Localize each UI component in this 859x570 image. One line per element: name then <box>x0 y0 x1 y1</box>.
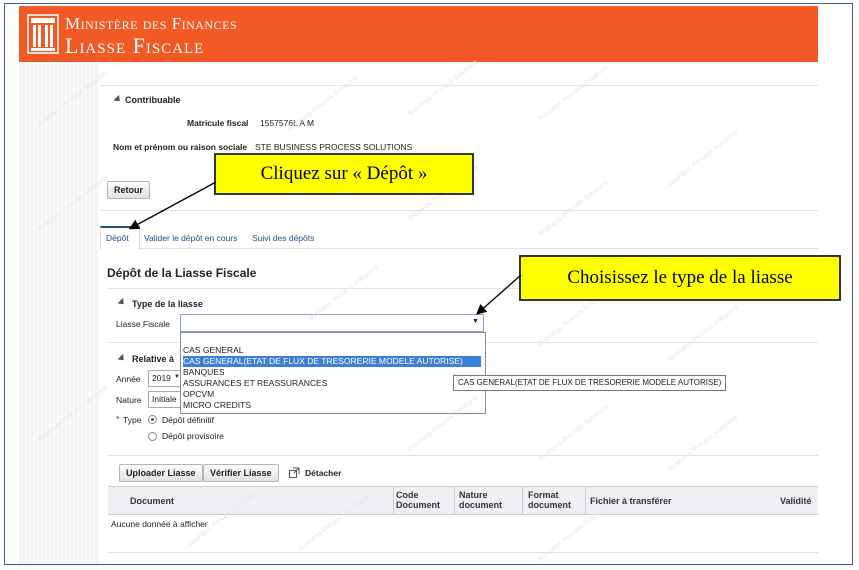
uploader-liasse-button[interactable]: Uploader Liasse <box>119 464 203 482</box>
header-ministry-name: Ministère des Finances <box>65 14 238 33</box>
liasse-fiscale-label: Liasse Fiscale <box>116 319 170 329</box>
nature-value: Initiale <box>152 394 177 404</box>
dropdown-option[interactable]: MICRO CREDITS <box>183 400 251 411</box>
dropdown-option[interactable]: ASSURANCES ET REASSURANCES <box>183 378 327 389</box>
liasse-fiscale-dropdown: CAS GENERAL CAS GENERAL(ETAT DE FLUX DE … <box>180 332 486 414</box>
nature-field[interactable]: Initiale <box>148 391 182 408</box>
column-separator <box>522 487 523 514</box>
columns-building-icon <box>27 14 59 54</box>
top-divider <box>100 85 818 86</box>
column-validite[interactable]: Validité <box>780 496 812 506</box>
header-app-name: Liasse Fiscale <box>65 33 205 58</box>
detacher-button[interactable]: Détacher <box>305 468 341 478</box>
column-fichier[interactable]: Fichier à transférer <box>590 496 672 506</box>
annee-select[interactable]: 2019 ▼ <box>148 370 182 387</box>
tab-suivi[interactable]: Suivi des dépôts <box>252 233 314 243</box>
column-document[interactable]: Document <box>130 496 174 506</box>
nature-label: Nature <box>116 395 142 405</box>
bottom-divider <box>108 552 818 553</box>
left-sidebar <box>19 64 99 564</box>
radio-depot-provisoire-label: Dépôt provisoire <box>162 431 224 441</box>
annee-value: 2019 <box>152 373 171 383</box>
retour-button[interactable]: Retour <box>107 181 150 199</box>
dropdown-option[interactable]: OPCVM <box>183 389 214 400</box>
tab-valider[interactable]: Valider le dépôt en cours <box>144 233 237 243</box>
type-label: Type <box>123 415 142 425</box>
callout-type: Choisissez le type de la liasse <box>519 255 841 301</box>
tab-depot[interactable]: Dépôt <box>106 233 129 243</box>
matricule-value: 1557576L A M <box>260 118 315 128</box>
app-header: Ministère des Finances Liasse Fiscale <box>19 6 818 62</box>
nom-label: Nom et prénom ou raison sociale <box>113 142 248 152</box>
toolbar-divider <box>108 455 818 456</box>
page-title: Dépôt de la Liasse Fiscale <box>107 266 257 280</box>
radio-depot-provisoire[interactable] <box>148 432 157 441</box>
type-liasse-section-title: Type de la liasse <box>132 299 203 309</box>
column-separator <box>585 487 586 514</box>
matricule-label: Matricule fiscal <box>187 118 249 128</box>
dropdown-option-highlighted[interactable]: CAS GENERAL(ETAT DE FLUX DE TRESORERIE M… <box>183 356 481 367</box>
nom-value: STE BUSINESS PROCESS SOLUTIONS <box>255 142 413 152</box>
dropdown-option[interactable]: CAS GENERAL <box>183 345 243 356</box>
column-separator <box>393 487 394 514</box>
radio-depot-definitif[interactable] <box>148 415 157 424</box>
radio-depot-definitif-label: Dépôt définitif <box>162 415 214 425</box>
contribuable-section-title: Contribuable <box>125 95 181 105</box>
column-separator <box>454 487 455 514</box>
table-empty-text: Aucune donnée à afficher <box>111 519 208 529</box>
dropdown-option[interactable]: BANQUES <box>183 367 225 378</box>
tabs-divider <box>138 248 818 249</box>
option-tooltip: CAS GENERAL(ETAT DE FLUX DE TRESORERIE M… <box>453 375 727 391</box>
column-code-document[interactable]: Code Document <box>396 490 448 510</box>
liasse-fiscale-select[interactable] <box>180 314 484 332</box>
type-required-marker: * <box>116 414 120 424</box>
chevron-down-icon[interactable]: ▼ <box>472 318 479 325</box>
table-header: Document Code Document Nature document F… <box>108 486 818 515</box>
callout-depot: Cliquez sur « Dépôt » <box>214 153 474 195</box>
verifier-liasse-button[interactable]: Vérifier Liasse <box>203 464 279 482</box>
column-format-document[interactable]: Format document <box>528 490 582 510</box>
detach-icon[interactable] <box>289 467 300 478</box>
section-divider <box>100 210 818 211</box>
column-nature-document[interactable]: Nature document <box>459 490 513 510</box>
relative-section-title: Relative à <box>132 354 175 364</box>
annee-label: Année <box>116 374 141 384</box>
